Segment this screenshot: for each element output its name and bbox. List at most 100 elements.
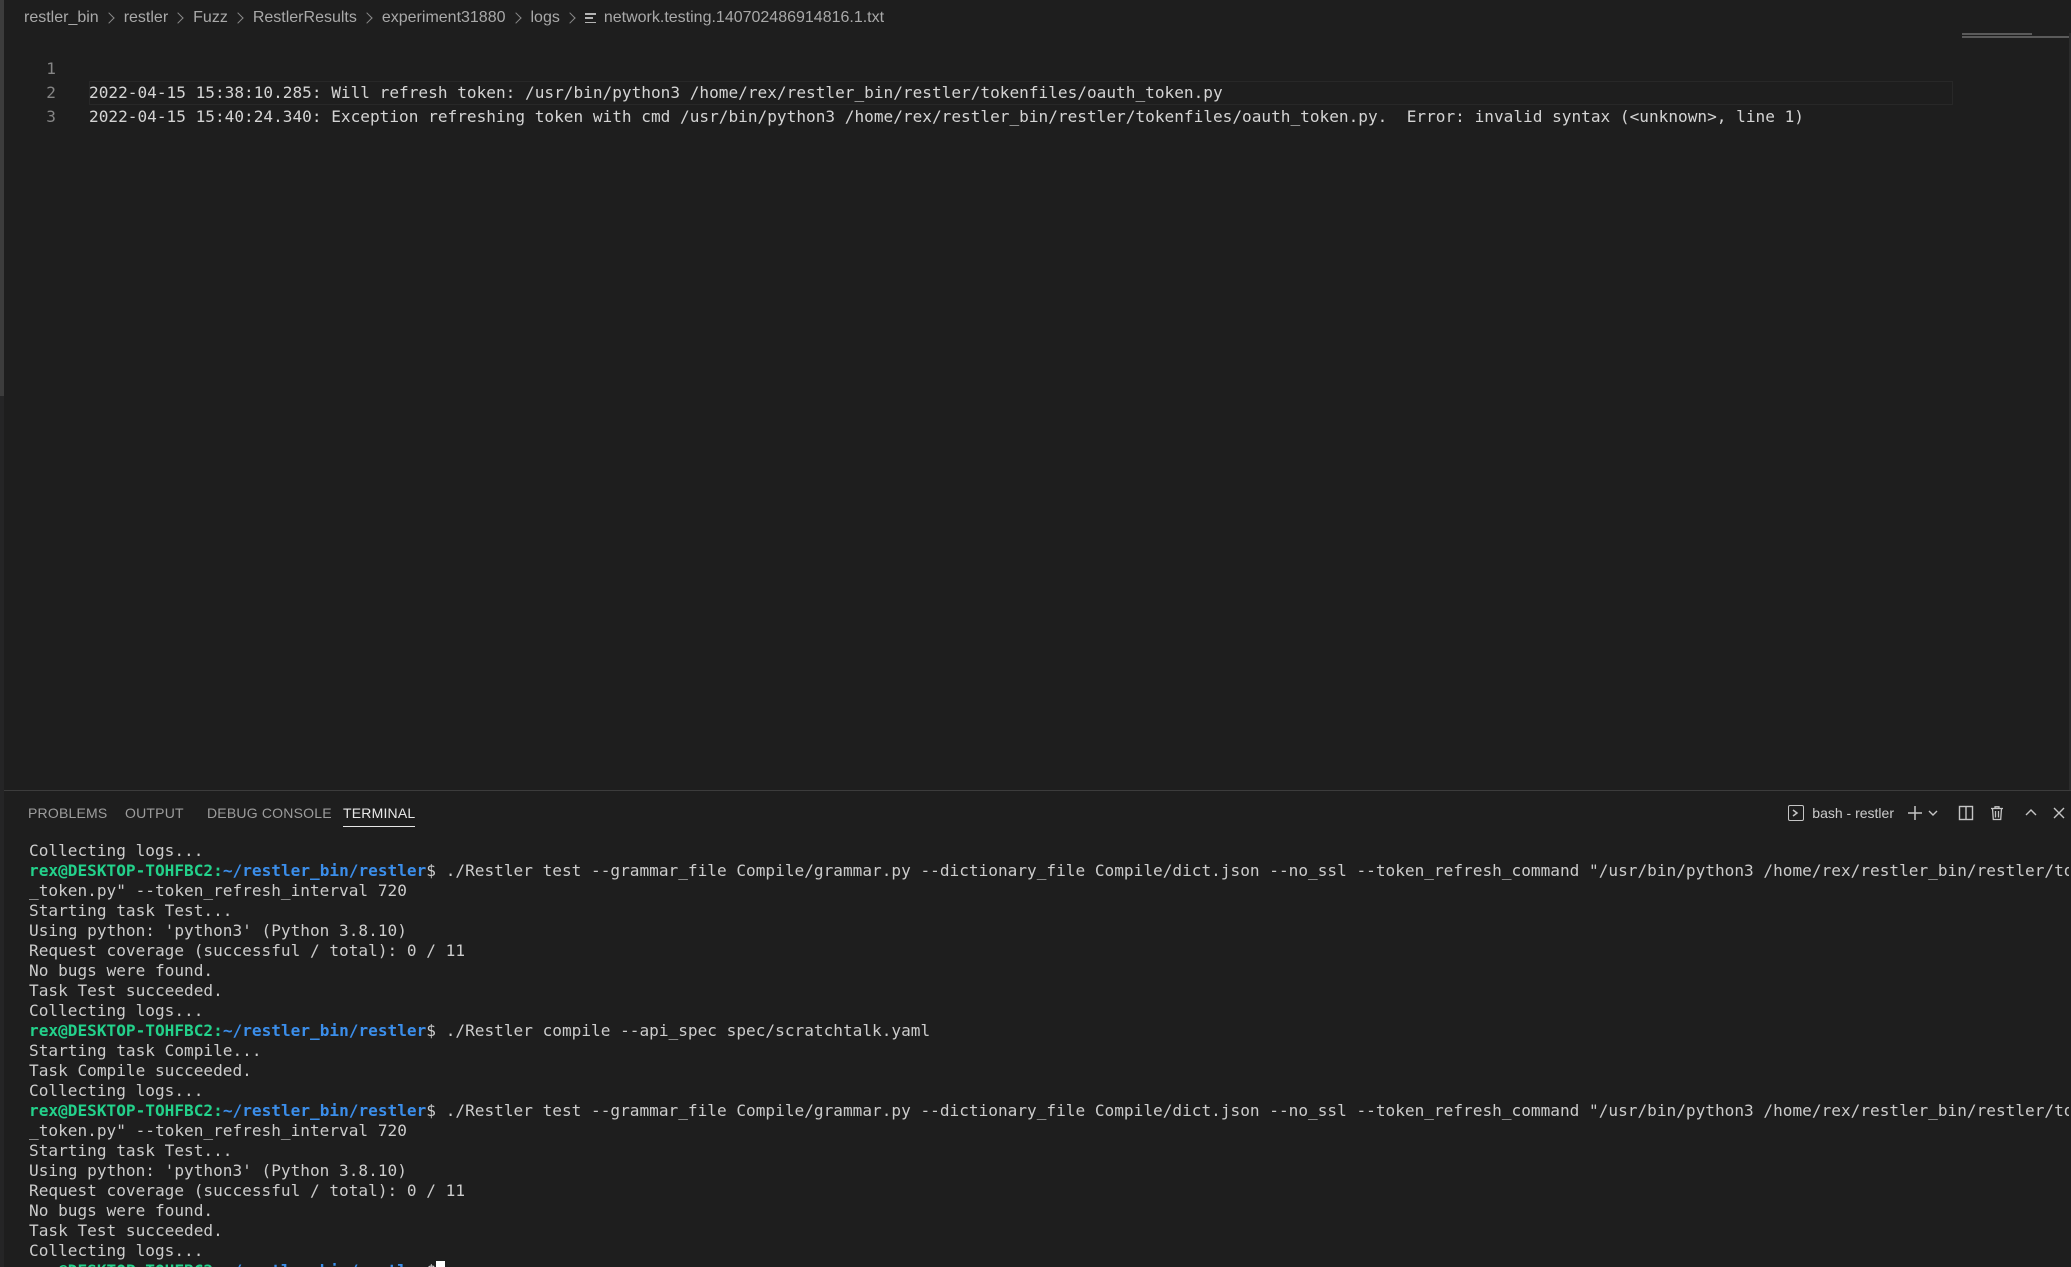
terminal-line: Collecting logs...	[29, 841, 2069, 861]
chevron-down-icon[interactable]	[1926, 801, 1940, 825]
prompt-separator: :	[213, 861, 223, 880]
split-terminal-icon[interactable]	[1954, 801, 1978, 825]
terminal-line: Starting task Test...	[29, 1141, 2069, 1161]
prompt-separator: :	[213, 1101, 223, 1120]
prompt-symbol: $	[426, 1261, 436, 1267]
prompt-symbol: $	[426, 1101, 436, 1120]
prompt-symbol: $	[426, 861, 436, 880]
editor[interactable]: 1 2022-04-15 15:38:10.285: Will refresh …	[4, 33, 2071, 790]
prompt-separator: :	[213, 1261, 223, 1267]
chevron-right-icon	[361, 12, 373, 24]
terminal-line-text: ./Restler test --grammar_file Compile/gr…	[436, 1101, 2069, 1120]
terminal-line: Using python: 'python3' (Python 3.8.10)	[29, 1161, 2069, 1181]
editor-line[interactable]: 3	[4, 81, 1959, 126]
terminal-selector-label: bash - restler	[1812, 805, 1894, 821]
terminal-line-text: Using python: 'python3' (Python 3.8.10)	[29, 921, 407, 940]
tab-debug-console[interactable]: DEBUG CONSOLE	[207, 805, 332, 826]
terminal-prompt-line: rex@DESKTOP-TOHFBC2:~/restler_bin/restle…	[29, 1021, 2069, 1041]
chevron-right-icon	[172, 12, 184, 24]
terminal-line: Starting task Test...	[29, 901, 2069, 921]
chevron-right-icon	[509, 12, 522, 24]
minimap[interactable]	[1958, 33, 2071, 41]
chevron-right-icon	[103, 12, 115, 24]
terminal-line: Starting task Compile...	[29, 1041, 2069, 1061]
terminal-line: Request coverage (successful / total): 0…	[29, 1181, 2069, 1201]
chevron-right-icon	[564, 12, 576, 24]
prompt-path: ~/restler_bin/restler	[223, 1261, 426, 1267]
bottom-panel: PROBLEMS OUTPUT DEBUG CONSOLE TERMINAL b…	[4, 790, 2071, 1267]
terminal-prompt-line: rex@DESKTOP-TOHFBC2:~/restler_bin/restle…	[29, 1261, 2069, 1267]
terminal-line-text: Starting task Test...	[29, 901, 233, 920]
breadcrumb: restler_bin restler Fuzz RestlerResults …	[24, 6, 884, 30]
terminal-line-text: Task Compile succeeded.	[29, 1061, 252, 1080]
editor-line[interactable]: 1 2022-04-15 15:38:10.285: Will refresh …	[4, 33, 1959, 102]
terminal-line-text: Task Test succeeded.	[29, 981, 223, 1000]
prompt-separator: :	[213, 1021, 223, 1040]
tab-problems[interactable]: PROBLEMS	[28, 805, 107, 826]
terminal-line-text: ./Restler compile --api_spec spec/scratc…	[436, 1021, 931, 1040]
lines-file-icon	[584, 13, 596, 23]
terminal-line-text: Using python: 'python3' (Python 3.8.10)	[29, 1161, 407, 1180]
editor-line[interactable]: 2 2022-04-15 15:40:24.340: Exception ref…	[4, 57, 1959, 126]
terminal-line-text: _token.py" --token_refresh_interval 720	[29, 1121, 407, 1140]
terminal-line-text: Starting task Test...	[29, 1141, 233, 1160]
terminal-line-text: Collecting logs...	[29, 841, 204, 860]
panel-tabs: PROBLEMS OUTPUT DEBUG CONSOLE TERMINAL	[4, 791, 2071, 831]
panel-actions: bash - restler	[1788, 799, 2071, 827]
terminal-line-text: Starting task Compile...	[29, 1041, 262, 1060]
terminal-line: _token.py" --token_refresh_interval 720	[29, 1121, 2069, 1141]
new-terminal-icon[interactable]	[1906, 801, 1924, 825]
prompt-user: rex@DESKTOP-TOHFBC2	[29, 1021, 214, 1040]
breadcrumb-item-restlerresults[interactable]: RestlerResults	[253, 9, 357, 27]
terminal-line: No bugs were found.	[29, 961, 2069, 981]
terminal-line: Task Test succeeded.	[29, 1221, 2069, 1241]
terminal-line-text: Collecting logs...	[29, 1081, 204, 1100]
breadcrumb-item-logs[interactable]: logs	[531, 9, 560, 27]
terminal-line-text: Collecting logs...	[29, 1241, 204, 1260]
breadcrumb-file[interactable]: network.testing.140702486914816.1.txt	[604, 9, 884, 27]
terminal-line-text: Collecting logs...	[29, 1001, 204, 1020]
chevron-right-icon	[232, 12, 244, 24]
terminal-line: Task Compile succeeded.	[29, 1061, 2069, 1081]
prompt-user: rex@DESKTOP-TOHFBC2	[29, 1261, 213, 1267]
terminal-line: Collecting logs...	[29, 1001, 2069, 1021]
prompt-path: ~/restler_bin/restler	[222, 1101, 427, 1120]
terminal-line: No bugs were found.	[29, 1201, 2069, 1221]
terminal-line-text: No bugs were found.	[29, 1201, 214, 1220]
terminal-output[interactable]: Collecting logs... rex@DESKTOP-TOHFBC2:~/…	[29, 841, 2069, 1267]
terminal-icon	[1788, 805, 1805, 821]
terminal-selector[interactable]: bash - restler	[1788, 805, 1894, 821]
maximize-chevron-up-icon[interactable]	[2019, 801, 2043, 825]
vscode-window: restler_bin restler Fuzz RestlerResults …	[0, 0, 2071, 1267]
close-icon[interactable]	[2047, 801, 2071, 825]
prompt-user: rex@DESKTOP-TOHFBC2	[29, 861, 214, 880]
tab-output[interactable]: OUTPUT	[125, 805, 184, 826]
terminal-line-text: No bugs were found.	[29, 961, 214, 980]
terminal-line-text: _token.py" --token_refresh_interval 720	[29, 881, 407, 900]
terminal-cursor	[436, 1261, 445, 1267]
breadcrumb-item-fuzz[interactable]: Fuzz	[193, 9, 228, 27]
terminal-line: _token.py" --token_refresh_interval 720	[29, 881, 2069, 901]
terminal-line-text: Request coverage (successful / total): 0…	[29, 941, 466, 960]
terminal-prompt-line: rex@DESKTOP-TOHFBC2:~/restler_bin/restle…	[29, 1101, 2069, 1121]
breadcrumb-item-experiment[interactable]: experiment31880	[382, 9, 506, 27]
terminal-line: Request coverage (successful / total): 0…	[29, 941, 2069, 961]
terminal-line: Task Test succeeded.	[29, 981, 2069, 1001]
prompt-path: ~/restler_bin/restler	[222, 1021, 427, 1040]
terminal-prompt-line: rex@DESKTOP-TOHFBC2:~/restler_bin/restle…	[29, 861, 2069, 881]
terminal-line-text: Request coverage (successful / total): 0…	[29, 1181, 466, 1200]
terminal-line-text: ./Restler test --grammar_file Compile/gr…	[436, 861, 2069, 880]
terminal-line: Collecting logs...	[29, 1241, 2069, 1261]
prompt-path: ~/restler_bin/restler	[222, 861, 427, 880]
terminal-line: Collecting logs...	[29, 1081, 2069, 1101]
line-text[interactable]: 2022-04-15 15:40:24.340: Exception refre…	[89, 105, 1804, 129]
prompt-symbol: $	[426, 1021, 436, 1040]
terminal-line-text: Task Test succeeded.	[29, 1221, 223, 1240]
trash-icon[interactable]	[1985, 801, 2009, 825]
breadcrumb-item-restler[interactable]: restler	[124, 9, 168, 27]
terminal-line: Using python: 'python3' (Python 3.8.10)	[29, 921, 2069, 941]
breadcrumb-item-restler-bin[interactable]: restler_bin	[24, 9, 99, 27]
prompt-user: rex@DESKTOP-TOHFBC2	[29, 1101, 214, 1120]
line-number: 3	[46, 107, 56, 126]
tab-terminal[interactable]: TERMINAL	[343, 805, 416, 827]
